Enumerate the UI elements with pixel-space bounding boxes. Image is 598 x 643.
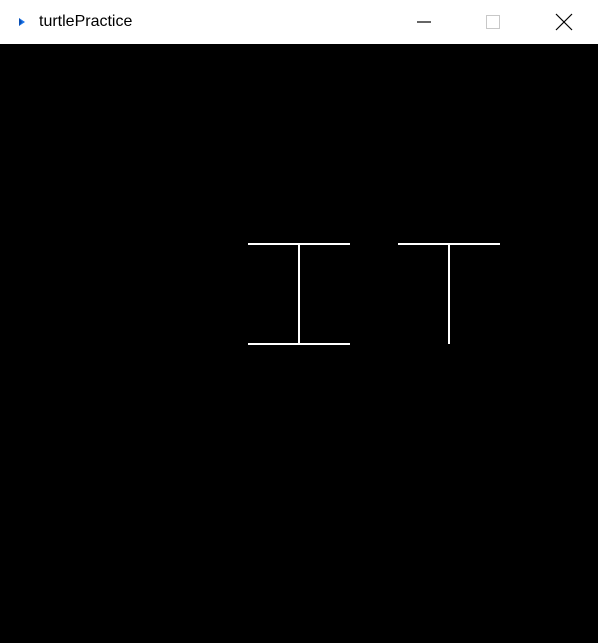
app-window: turtlePractice xyxy=(0,0,598,643)
letter-t-drawing xyxy=(398,243,500,344)
title-bar[interactable]: turtlePractice xyxy=(0,0,598,44)
close-button[interactable] xyxy=(541,0,587,44)
minimize-icon xyxy=(417,21,431,23)
turtle-canvas xyxy=(0,44,598,643)
minimize-button[interactable] xyxy=(401,0,447,44)
maximize-button[interactable] xyxy=(470,0,516,44)
window-title: turtlePractice xyxy=(39,13,133,30)
letter-i-drawing xyxy=(248,243,350,345)
maximize-icon xyxy=(486,15,500,29)
turtle-app-icon xyxy=(19,18,25,26)
close-icon xyxy=(555,13,573,31)
